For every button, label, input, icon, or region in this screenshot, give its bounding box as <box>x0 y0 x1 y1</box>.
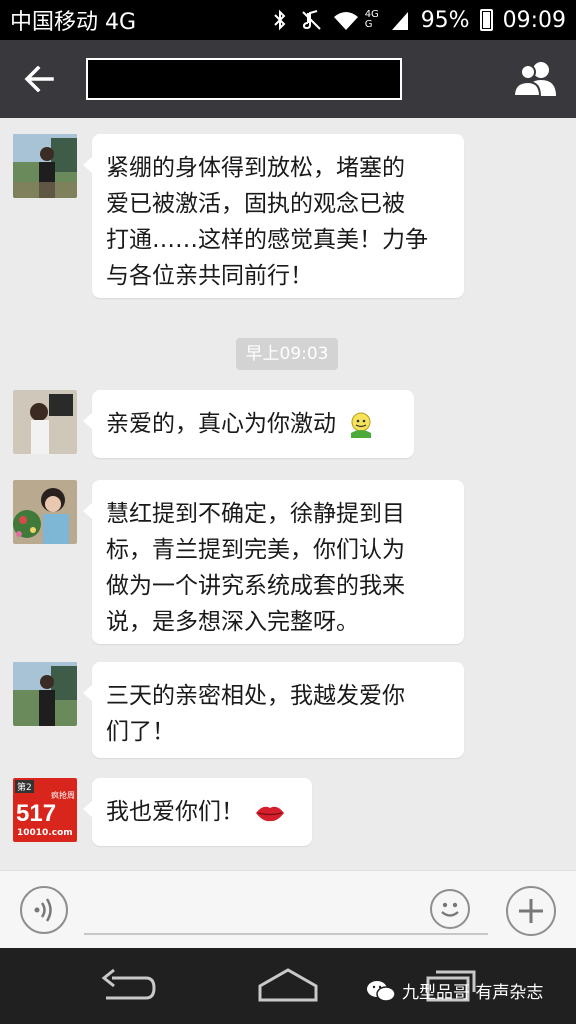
message-line: 爱已被激活，固执的观念已被 <box>106 191 405 217</box>
battery-icon <box>479 9 493 31</box>
message-timestamp: 早上09:03 <box>236 338 338 370</box>
watermark: 九型品哥 有声杂志 <box>366 978 543 1003</box>
chat-header <box>0 40 576 118</box>
message-line: 们了！ <box>106 719 175 745</box>
chat-members-button[interactable] <box>512 58 558 100</box>
message-line: 三天的亲密相处，我越发爱你 <box>106 683 405 709</box>
system-nav-bar: 九型品哥 有声杂志 <box>0 948 576 1024</box>
wechat-icon <box>367 980 396 1002</box>
chat-area[interactable]: 紧绷的身体得到放松，堵塞的 爱已被激活，固执的观念已被 打通……这样的感觉真美！… <box>0 118 576 870</box>
voice-icon <box>34 898 52 922</box>
lips-emoji-icon <box>256 806 285 821</box>
clock: 09:09 <box>502 7 566 33</box>
nav-back-button[interactable] <box>96 964 160 1008</box>
avatar[interactable] <box>13 390 77 454</box>
status-icons: 4G G 95% 09:09 <box>269 8 566 33</box>
emoji-button[interactable] <box>430 889 470 929</box>
avatar-number: 517 <box>16 800 57 827</box>
message-line: 说，是多想深入完整呀。 <box>106 609 359 635</box>
chat-title <box>86 58 402 100</box>
message-bubble[interactable]: 慧红提到不确定，徐静提到目 标，青兰提到完美，你们认为 做为一个讲究系统成套的我… <box>83 480 464 644</box>
avatar[interactable]: 第2 疯抢周 517 10010.com <box>13 778 77 842</box>
more-options-button[interactable] <box>506 886 556 936</box>
nav-back-icon <box>101 968 156 1000</box>
status-bar: 中国移动 4G 4G G 95% 09:09 <box>0 0 576 40</box>
smiley-emoji-icon <box>351 412 372 438</box>
carrier-label: 中国移动 4G <box>10 10 137 35</box>
plus-icon <box>519 899 543 923</box>
mute-icon <box>301 9 323 31</box>
message-input[interactable] <box>84 885 488 935</box>
message-bubble[interactable]: 紧绷的身体得到放松，堵塞的 爱已被激活，固执的观念已被 打通……这样的感觉真美！… <box>83 134 464 298</box>
message-line: 慧红提到不确定，徐静提到目 <box>106 501 405 527</box>
home-icon <box>258 968 318 1002</box>
message-text: 我也爱你们！ <box>106 799 244 825</box>
bluetooth-icon <box>269 9 291 31</box>
signal-icon <box>389 9 411 31</box>
message-line: 紧绷的身体得到放松，堵塞的 <box>106 155 405 181</box>
input-bar <box>0 870 576 949</box>
avatar-badge: 第2 <box>15 780 34 793</box>
message-line: 做为一个讲究系统成套的我来 <box>106 573 405 599</box>
message-bubble[interactable]: 三天的亲密相处，我越发爱你 们了！ <box>83 662 464 758</box>
smiley-icon <box>441 902 459 917</box>
avatar[interactable] <box>13 480 77 544</box>
group-icon <box>512 62 556 97</box>
message-text: 亲爱的，真心为你激动 <box>106 411 336 437</box>
battery-percent: 95% <box>420 7 470 33</box>
voice-input-button[interactable] <box>20 886 68 934</box>
watermark-text: 九型品哥 有声杂志 <box>402 983 544 1003</box>
avatar[interactable] <box>13 662 77 726</box>
wifi-icon <box>333 9 358 31</box>
arrow-left-icon <box>24 66 54 92</box>
message-line: 打通……这样的感觉真美！力争 <box>106 227 428 253</box>
message-line: 与各位亲共同前行！ <box>106 263 313 289</box>
nav-home-button[interactable] <box>256 964 320 1008</box>
avatar[interactable] <box>13 134 77 198</box>
message-line: 标，青兰提到完美，你们认为 <box>106 537 405 563</box>
back-button[interactable] <box>0 40 78 118</box>
message-bubble[interactable]: 亲爱的，真心为你激动 <box>83 390 414 458</box>
message-bubble[interactable]: 我也爱你们！ <box>83 778 312 846</box>
avatar-site: 10010.com <box>17 828 73 838</box>
network-type: 4G G <box>364 9 379 30</box>
